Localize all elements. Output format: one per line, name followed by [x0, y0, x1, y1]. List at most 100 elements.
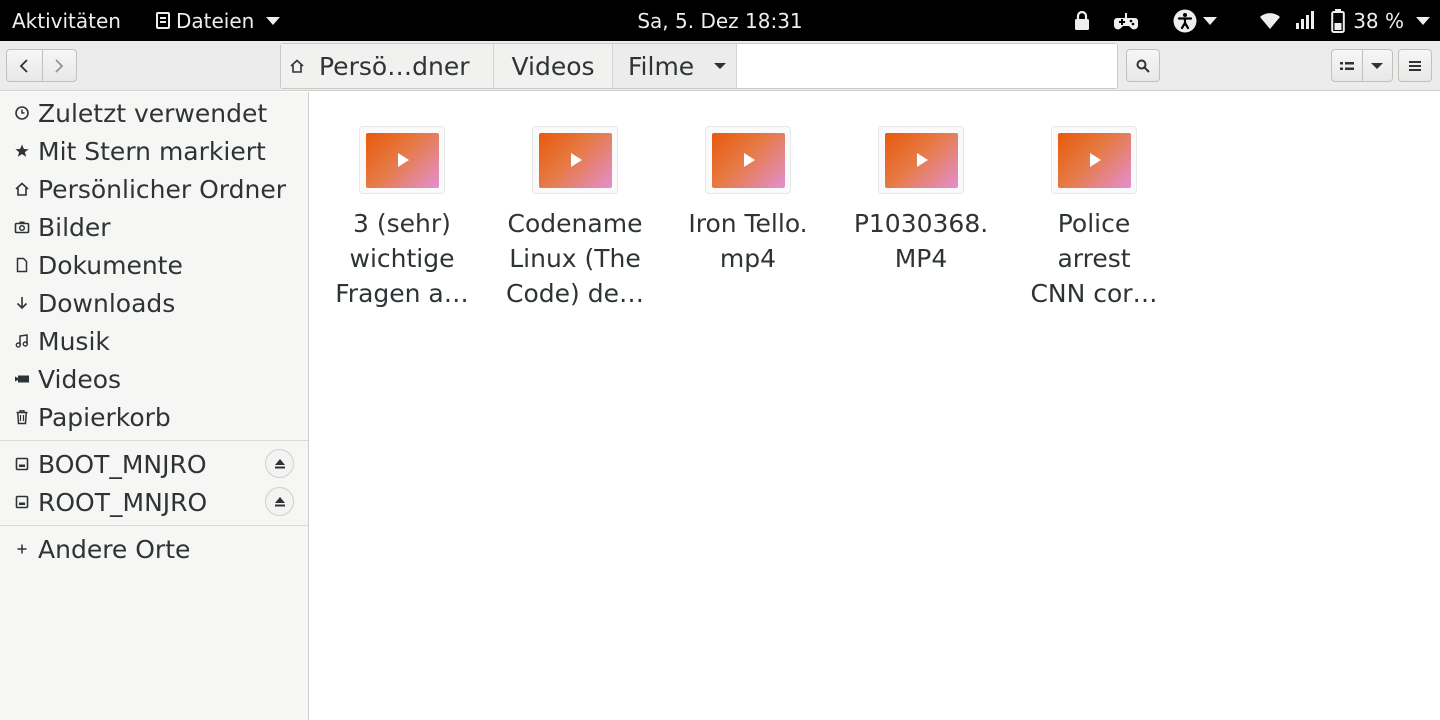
sidebar-item-label: Mit Stern markiert: [38, 136, 266, 166]
document-icon: [0, 257, 38, 273]
sidebar-item-label: Persönlicher Ordner: [38, 174, 286, 204]
navigation-buttons: [6, 49, 77, 82]
app-menu-button[interactable]: Dateien: [156, 0, 281, 41]
video-file-icon: [706, 127, 790, 193]
system-menu-chevron-icon: [1416, 16, 1430, 25]
sidebar-item-pictures[interactable]: Bilder: [0, 208, 308, 246]
clock-icon: [0, 105, 38, 121]
accessibility-chevron-icon: [1203, 16, 1218, 25]
clock-button[interactable]: Sa, 5. Dez 18:31: [637, 9, 802, 33]
volume-icon: [1295, 10, 1319, 31]
header-bar: Persö…dner Videos Filme: [0, 41, 1440, 91]
drive-icon: [0, 494, 38, 510]
file-item[interactable]: Iron Tello. mp4: [673, 127, 823, 276]
breadcrumb-current-label: Filme: [628, 51, 695, 81]
eject-root-button[interactable]: [265, 487, 294, 516]
chevron-down-icon: [1371, 62, 1384, 69]
sidebar-divider: [0, 525, 308, 526]
sidebar-item-label: Downloads: [38, 288, 176, 318]
sidebar-item-music[interactable]: Musik: [0, 322, 308, 360]
lock-icon: [1073, 10, 1091, 31]
app-menu-label: Dateien: [176, 8, 255, 33]
video-file-icon: [360, 127, 444, 193]
camera-icon: [0, 219, 38, 235]
sidebar-item-trash[interactable]: Papierkorb: [0, 398, 308, 436]
file-name: Codename Linux (The Code) de…: [506, 209, 644, 308]
file-item[interactable]: Codename Linux (The Code) de…: [500, 127, 650, 311]
sidebar-item-label: Papierkorb: [38, 402, 171, 432]
trash-icon: [0, 409, 38, 425]
sidebar-item-home[interactable]: Persönlicher Ordner: [0, 170, 308, 208]
sidebar: Zuletzt verwendet Mit Stern markiert Per…: [0, 92, 309, 720]
sidebar-item-label: Bilder: [38, 212, 111, 242]
drive-icon: [0, 456, 38, 472]
sidebar-item-documents[interactable]: Dokumente: [0, 246, 308, 284]
menu-button[interactable]: [1398, 49, 1432, 82]
sidebar-item-label: Andere Orte: [38, 534, 191, 564]
sidebar-item-starred[interactable]: Mit Stern markiert: [0, 132, 308, 170]
list-view-icon: [1339, 61, 1354, 70]
sidebar-item-label: ROOT_MNJRO: [38, 487, 208, 517]
sidebar-item-root-drive[interactable]: ROOT_MNJRO: [0, 483, 308, 521]
file-view: 3 (sehr) wichtige Fragen a… Codename Linux …: [310, 92, 1440, 720]
activities-button[interactable]: Aktivitäten: [12, 0, 121, 41]
eject-icon: [274, 497, 285, 507]
sidebar-item-boot-drive[interactable]: BOOT_MNJRO: [0, 445, 308, 483]
breadcrumb-home-label: Persö…dner: [319, 51, 470, 81]
breadcrumb-videos[interactable]: Videos: [494, 44, 613, 88]
battery-icon: [1331, 8, 1345, 33]
top-bar: Aktivitäten Dateien Sa, 5. Dez 18:31 38 …: [0, 0, 1440, 41]
accessibility-icon: [1173, 9, 1197, 33]
file-name: Police arrest CNN cor…: [1030, 209, 1158, 308]
sidebar-item-label: Zuletzt verwendet: [38, 98, 268, 128]
file-name: Iron Tello. mp4: [688, 209, 808, 273]
eject-icon: [274, 459, 285, 469]
activities-label: Aktivitäten: [12, 8, 121, 33]
search-button[interactable]: [1126, 49, 1160, 82]
file-name: P1030368. MP4: [853, 209, 989, 273]
plus-icon: [0, 541, 38, 557]
chevron-down-icon: [714, 63, 727, 69]
list-view-button[interactable]: [1332, 50, 1362, 81]
sidebar-item-label: Musik: [38, 326, 110, 356]
sidebar-item-label: BOOT_MNJRO: [38, 449, 207, 479]
sidebar-item-videos[interactable]: Videos: [0, 360, 308, 398]
status-area[interactable]: 38 %: [1057, 0, 1430, 41]
file-item[interactable]: Police arrest CNN cor…: [1019, 127, 1169, 311]
search-icon: [1136, 59, 1150, 73]
back-button[interactable]: [7, 50, 42, 81]
video-camera-icon: [0, 371, 38, 387]
hamburger-menu-icon: [1409, 60, 1421, 71]
view-options-dropdown[interactable]: [1361, 50, 1392, 81]
download-arrow-icon: [0, 295, 38, 311]
video-file-icon: [533, 127, 617, 193]
music-note-icon: [0, 333, 38, 349]
battery-percentage: 38 %: [1353, 8, 1404, 33]
video-file-icon: [879, 127, 963, 193]
file-item[interactable]: P1030368. MP4: [846, 127, 996, 276]
star-icon: [0, 143, 38, 159]
gamepad-icon: [1113, 10, 1139, 32]
wifi-icon: [1259, 12, 1281, 30]
breadcrumb-home[interactable]: Persö…dner: [281, 44, 494, 88]
file-name: 3 (sehr) wichtige Fragen a…: [335, 209, 469, 308]
sidebar-divider: [0, 440, 308, 441]
home-icon: [0, 181, 38, 197]
path-bar: Persö…dner Videos Filme: [280, 43, 1118, 89]
sidebar-item-downloads[interactable]: Downloads: [0, 284, 308, 322]
sidebar-item-label: Dokumente: [38, 250, 183, 280]
eject-boot-button[interactable]: [265, 449, 294, 478]
forward-button[interactable]: [41, 50, 77, 81]
files-app-icon: [156, 12, 170, 29]
chevron-down-icon: [266, 16, 281, 25]
sidebar-item-recent[interactable]: Zuletzt verwendet: [0, 94, 308, 132]
home-icon: [290, 59, 304, 73]
file-item[interactable]: 3 (sehr) wichtige Fragen a…: [327, 127, 477, 311]
breadcrumb-videos-label: Videos: [511, 51, 595, 81]
video-file-icon: [1052, 127, 1136, 193]
view-options: [1331, 49, 1393, 82]
chevron-right-icon: [55, 58, 64, 73]
breadcrumb-current[interactable]: Filme: [613, 44, 737, 88]
sidebar-item-other-locations[interactable]: Andere Orte: [0, 530, 308, 568]
sidebar-item-label: Videos: [38, 364, 122, 394]
